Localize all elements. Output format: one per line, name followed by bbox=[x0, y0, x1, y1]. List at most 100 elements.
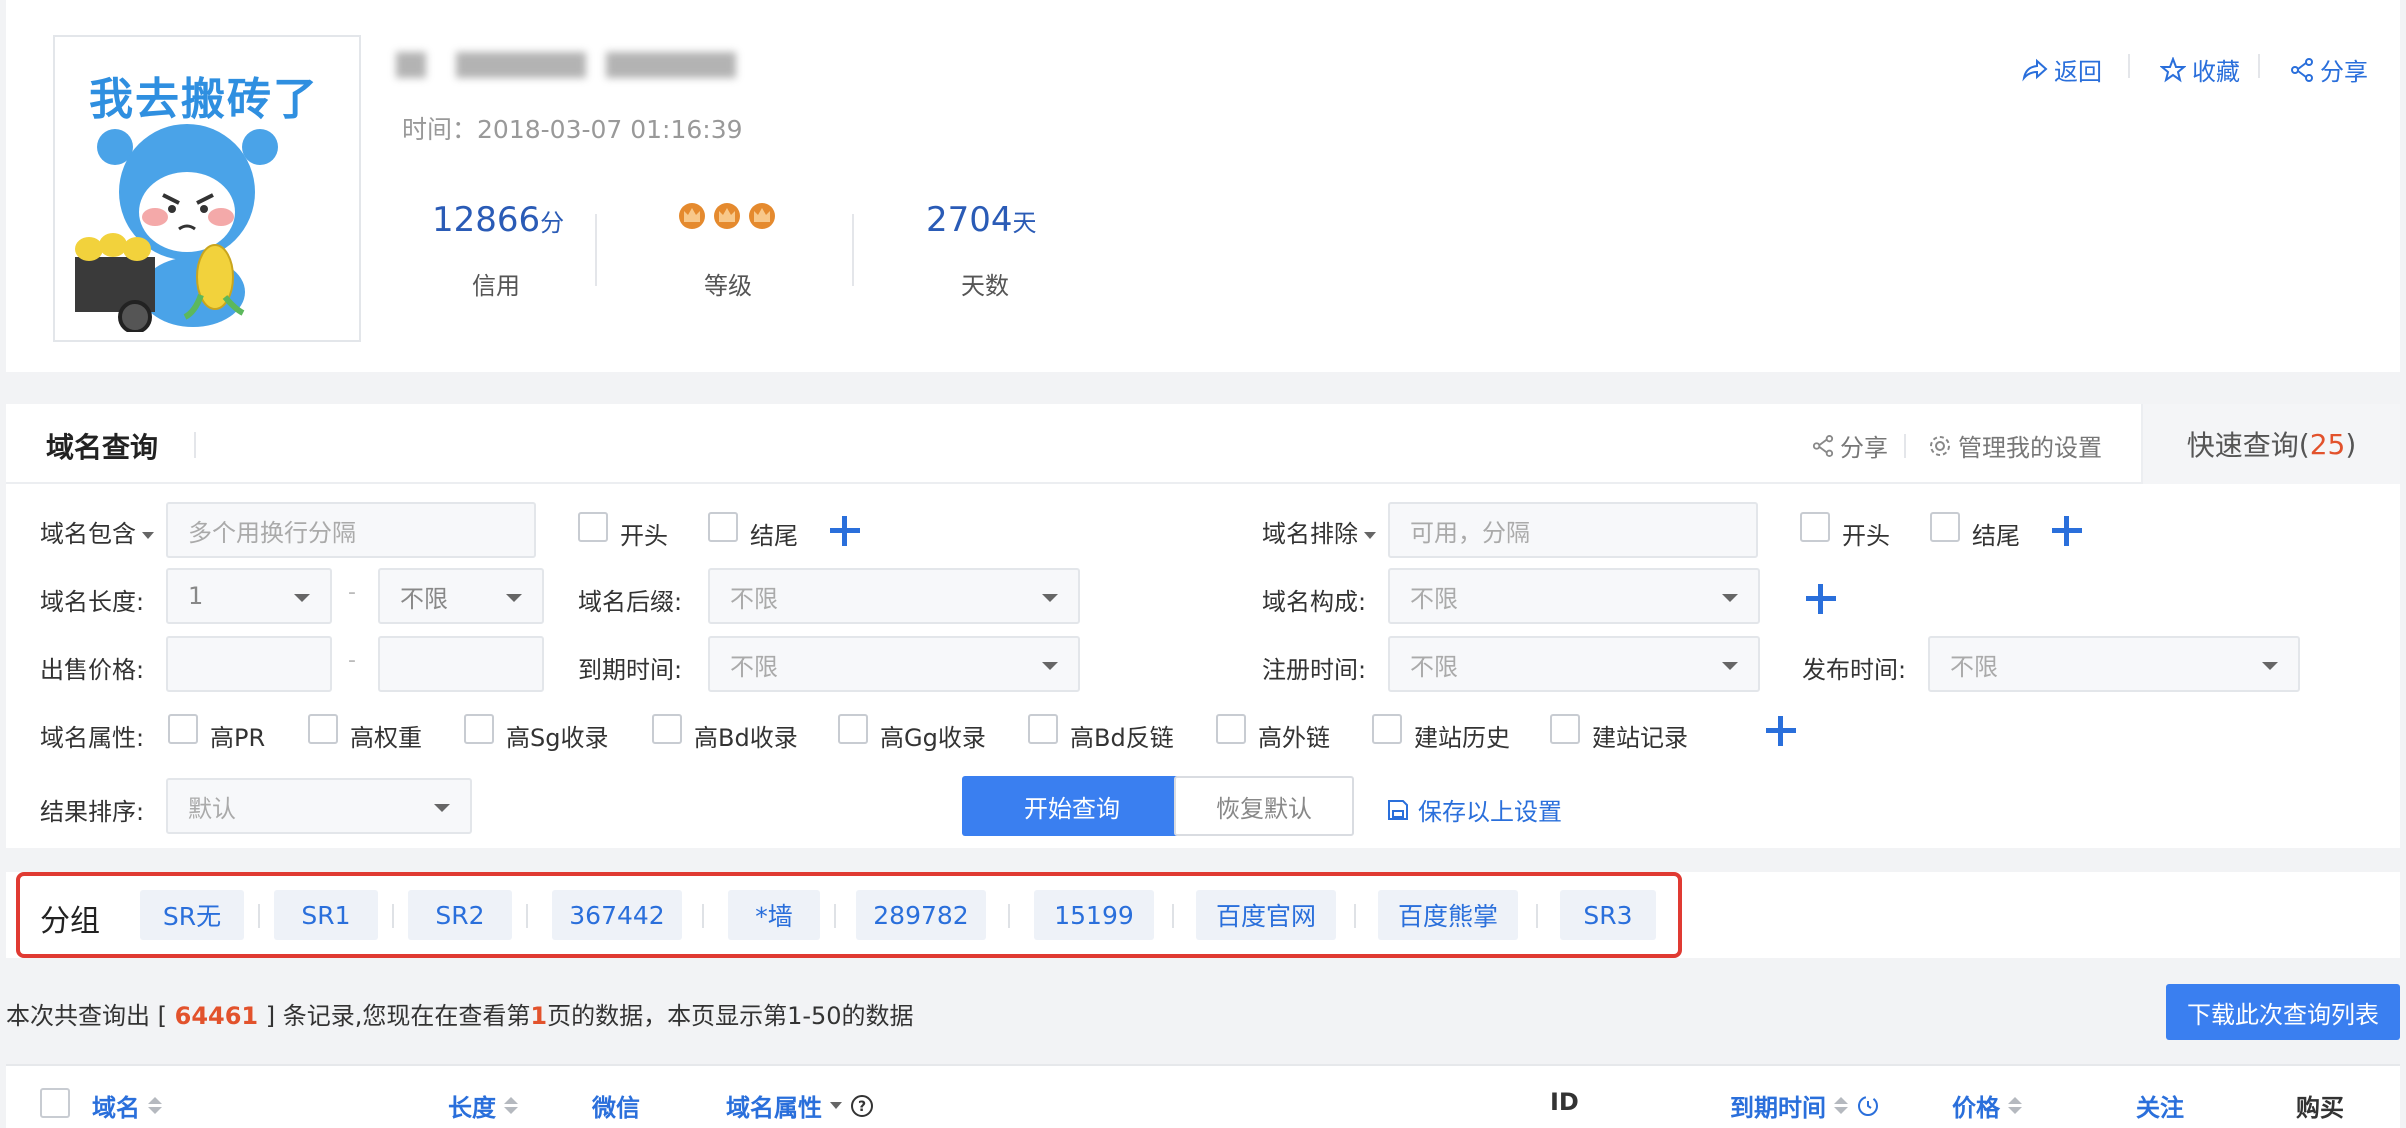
attr-checkbox-site-history[interactable] bbox=[1372, 714, 1402, 744]
attr-label: 高外链 bbox=[1258, 724, 1330, 752]
attr-checkbox-high-pr[interactable] bbox=[168, 714, 198, 744]
group-chip[interactable]: 百度官网 bbox=[1196, 890, 1336, 940]
group-chip[interactable]: *墙 bbox=[728, 890, 820, 940]
save-settings-link[interactable]: 保存以上设置 bbox=[1386, 792, 1562, 827]
sort-label: 结果排序: bbox=[40, 798, 145, 826]
group-chip[interactable]: 289782 bbox=[856, 890, 986, 940]
svg-text:?: ? bbox=[858, 1099, 866, 1115]
length-max-select[interactable]: 不限 bbox=[378, 568, 544, 624]
exclude-mode-dropdown[interactable]: 域名排除 bbox=[1262, 514, 1376, 549]
exclude-end-checkbox[interactable] bbox=[1930, 512, 1960, 542]
divider bbox=[2258, 54, 2260, 78]
add-composition-plus-icon[interactable] bbox=[1806, 584, 1836, 614]
divider bbox=[194, 432, 196, 458]
column-buy: 购买 bbox=[2296, 1094, 2344, 1122]
column-length[interactable]: 长度 bbox=[448, 1088, 518, 1123]
attr-checkbox-high-bd[interactable] bbox=[652, 714, 682, 744]
add-include-plus-icon[interactable] bbox=[830, 516, 860, 546]
divider bbox=[2128, 54, 2130, 78]
group-chip[interactable]: 百度熊掌 bbox=[1378, 890, 1518, 940]
divider bbox=[1354, 904, 1356, 928]
register-select[interactable]: 不限 bbox=[1388, 636, 1760, 692]
attr-checkbox-high-bd-backlink[interactable] bbox=[1028, 714, 1058, 744]
include-input[interactable]: 多个用换行分隔 bbox=[166, 502, 536, 558]
attr-checkbox-site-record[interactable] bbox=[1550, 714, 1580, 744]
crown-icon bbox=[714, 203, 740, 229]
download-list-button[interactable]: 下载此次查询列表 bbox=[2166, 984, 2400, 1040]
attr-checkbox-high-weight[interactable] bbox=[308, 714, 338, 744]
length-min-select[interactable]: 1 bbox=[166, 568, 332, 624]
query-header: 域名查询 分享 管理我的设置 快速查询(25) bbox=[6, 404, 2400, 484]
divider bbox=[258, 904, 260, 928]
column-expire[interactable]: 到期时间 bbox=[1730, 1088, 1880, 1123]
share-nodes-icon bbox=[1812, 434, 1834, 457]
column-wechat[interactable]: 微信 bbox=[592, 1088, 640, 1123]
search-button[interactable]: 开始查询 bbox=[962, 776, 1182, 836]
include-end-checkbox[interactable] bbox=[708, 512, 738, 542]
divider bbox=[834, 904, 836, 928]
attr-checkbox-high-sg[interactable] bbox=[464, 714, 494, 744]
avatar-illustration bbox=[75, 124, 278, 332]
price-max-input[interactable] bbox=[378, 636, 544, 692]
column-domain[interactable]: 域名 bbox=[92, 1088, 162, 1123]
favorite-link[interactable]: 收藏 bbox=[2160, 52, 2240, 87]
star-icon bbox=[2160, 56, 2186, 82]
attr-label: 高Gg收录 bbox=[880, 724, 986, 752]
group-chip[interactable]: SR2 bbox=[408, 890, 512, 940]
attr-checkbox-high-gg[interactable] bbox=[838, 714, 868, 744]
sort-icon bbox=[1834, 1097, 1848, 1114]
reset-button[interactable]: 恢复默认 bbox=[1174, 776, 1354, 836]
group-chip[interactable]: 367442 bbox=[552, 890, 682, 940]
divider bbox=[392, 904, 394, 928]
include-start-checkbox[interactable] bbox=[578, 512, 608, 542]
level-crowns bbox=[676, 200, 781, 234]
expire-label: 到期时间: bbox=[578, 656, 683, 684]
sort-icon bbox=[2008, 1097, 2022, 1114]
group-chip[interactable]: SR1 bbox=[274, 890, 378, 940]
attr-label: 高权重 bbox=[350, 724, 422, 752]
quick-query-tab[interactable]: 快速查询(25) bbox=[2141, 404, 2400, 484]
sort-icon bbox=[148, 1097, 162, 1114]
price-label: 出售价格: bbox=[40, 656, 145, 684]
back-link[interactable]: 返回 bbox=[2022, 52, 2102, 87]
clock-refresh-icon[interactable] bbox=[1856, 1094, 1880, 1118]
group-chip[interactable]: SR无 bbox=[140, 890, 244, 940]
quick-query-count: 25 bbox=[2309, 427, 2346, 461]
exclude-start-checkbox[interactable] bbox=[1800, 512, 1830, 542]
time-label: 时间： bbox=[402, 115, 478, 144]
exclude-input[interactable]: 可用，分隔 bbox=[1388, 502, 1758, 558]
result-total: 64461 bbox=[174, 1002, 259, 1030]
help-icon[interactable]: ? bbox=[850, 1094, 874, 1118]
register-label: 注册时间: bbox=[1262, 656, 1367, 684]
manage-settings-link[interactable]: 管理我的设置 bbox=[1928, 428, 2102, 463]
share-nodes-icon bbox=[2291, 57, 2313, 82]
crown-icon bbox=[749, 203, 775, 229]
suffix-select[interactable]: 不限 bbox=[708, 568, 1080, 624]
add-exclude-plus-icon[interactable] bbox=[2052, 516, 2082, 546]
column-attributes[interactable]: 域名属性 ? bbox=[726, 1088, 874, 1123]
price-min-input[interactable] bbox=[166, 636, 332, 692]
expire-select[interactable]: 不限 bbox=[708, 636, 1080, 692]
attr-checkbox-high-outlink[interactable] bbox=[1216, 714, 1246, 744]
current-page: 1 bbox=[530, 1002, 548, 1030]
share-link[interactable]: 分享 bbox=[2290, 52, 2368, 87]
include-start-label: 开头 bbox=[620, 522, 668, 550]
publish-select[interactable]: 不限 bbox=[1928, 636, 2300, 692]
query-share-link[interactable]: 分享 bbox=[1812, 428, 1888, 463]
select-all-checkbox[interactable] bbox=[40, 1088, 70, 1118]
divider bbox=[702, 904, 704, 928]
registration-time: 时间：2018-03-07 01:16:39 bbox=[402, 110, 743, 146]
include-mode-dropdown[interactable]: 域名包含 bbox=[40, 514, 154, 549]
divider bbox=[1904, 434, 1906, 458]
time-value: 2018-03-07 01:16:39 bbox=[477, 115, 743, 144]
sort-select[interactable]: 默认 bbox=[166, 778, 472, 834]
column-price[interactable]: 价格 bbox=[1952, 1088, 2022, 1123]
group-chip[interactable]: 15199 bbox=[1034, 890, 1154, 940]
composition-select[interactable]: 不限 bbox=[1388, 568, 1760, 624]
group-chip[interactable]: SR3 bbox=[1560, 890, 1656, 940]
group-bar: 分组 SR无 SR1 SR2 367442 *墙 289782 15199 百度… bbox=[6, 872, 2400, 958]
add-attribute-plus-icon[interactable] bbox=[1766, 716, 1796, 746]
divider bbox=[526, 904, 528, 928]
attr-label: 高Bd收录 bbox=[694, 724, 798, 752]
range-dash: - bbox=[348, 580, 356, 605]
